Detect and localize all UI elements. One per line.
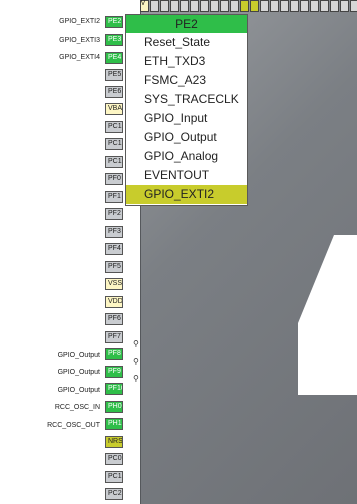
menu-item-eth-txd3[interactable]: ETH_TXD3 [126, 52, 247, 71]
pin-lock-icon: ⚲ [133, 374, 139, 383]
top-pin[interactable] [240, 0, 249, 12]
top-pin[interactable] [160, 0, 169, 12]
top-pin[interactable] [340, 0, 349, 12]
pin-ph0[interactable]: PH0-.. [105, 401, 123, 413]
menu-item-eventout[interactable]: EVENTOUT [126, 166, 247, 185]
top-pin[interactable] [180, 0, 189, 12]
pin-pc0[interactable]: PC0 [105, 453, 123, 465]
pin-label-ph1: RCC_OSC_OUT [47, 422, 100, 429]
menu-header: PE2 [126, 15, 247, 33]
top-pin[interactable]: V [140, 0, 149, 12]
pin-function-menu[interactable]: PE2 Reset_State ETH_TXD3 FSMC_A23 SYS_TRACE… [125, 14, 248, 206]
pin-pf8[interactable]: PF8 [105, 348, 123, 360]
pin-label-pf10: GPIO_Output [57, 387, 100, 394]
pin-pe4[interactable]: PE4 [105, 52, 123, 64]
pin-pf4[interactable]: PF4 [105, 243, 123, 255]
top-pin[interactable] [330, 0, 339, 12]
top-pin[interactable] [200, 0, 209, 12]
pin-pc1[interactable]: PC1 [105, 471, 123, 483]
top-pin[interactable] [280, 0, 289, 12]
pin-pf10[interactable]: PF10 [105, 383, 123, 395]
top-pin[interactable] [150, 0, 159, 12]
pin-pf5[interactable]: PF5 [105, 261, 123, 273]
pin-pc1[interactable]: PC1 [105, 138, 123, 150]
pin-pe6[interactable]: PE6 [105, 86, 123, 98]
top-pin[interactable] [270, 0, 279, 12]
menu-item-fsmc-a23[interactable]: FSMC_A23 [126, 71, 247, 90]
pin-pf6[interactable]: PF6 [105, 313, 123, 325]
top-pin[interactable] [170, 0, 179, 12]
pin-vss[interactable]: VSS [105, 278, 123, 290]
pin-pc2[interactable]: PC2 [105, 488, 123, 500]
menu-item-reset-state[interactable]: Reset_State [126, 33, 247, 52]
top-pin[interactable] [260, 0, 269, 12]
pin-pe3[interactable]: PE3 [105, 34, 123, 46]
pin-pf7[interactable]: PF7 [105, 331, 123, 343]
menu-item-gpio-analog[interactable]: GPIO_Analog [126, 147, 247, 166]
top-pin[interactable] [210, 0, 219, 12]
pin-pf0[interactable]: PF0 [105, 173, 123, 185]
pin-pf1[interactable]: PF1 [105, 191, 123, 203]
top-pin[interactable] [300, 0, 309, 12]
pin-pe5[interactable]: PE5 [105, 69, 123, 81]
pin-pc1[interactable]: PC1 [105, 121, 123, 133]
top-pin[interactable] [230, 0, 239, 12]
pin-pf2[interactable]: PF2 [105, 208, 123, 220]
top-pin[interactable] [320, 0, 329, 12]
package-outline-shape [298, 235, 357, 395]
pin-vdd[interactable]: VDD [105, 296, 123, 308]
top-pin-row: V [140, 0, 357, 12]
menu-item-gpio-exti2[interactable]: GPIO_EXTI2 [126, 185, 247, 204]
pin-pc1[interactable]: PC1 [105, 156, 123, 168]
pin-vba[interactable]: VBA [105, 103, 123, 115]
pin-label-pf8: GPIO_Output [57, 352, 100, 359]
pin-label-pe3: GPIO_EXTI3 [59, 37, 100, 44]
top-pin[interactable] [350, 0, 357, 12]
menu-item-sys-traceclk[interactable]: SYS_TRACECLK [126, 90, 247, 109]
top-pin[interactable] [310, 0, 319, 12]
pin-lock-icon: ⚲ [133, 357, 139, 366]
pin-pe2[interactable]: PE2 [105, 16, 123, 28]
top-pin[interactable] [190, 0, 199, 12]
menu-item-gpio-output[interactable]: GPIO_Output [126, 128, 247, 147]
top-pin[interactable] [220, 0, 229, 12]
pin-label-pe4: GPIO_EXTI4 [59, 54, 100, 61]
pin-ph1[interactable]: PH1-.. [105, 418, 123, 430]
pin-label-ph0: RCC_OSC_IN [54, 404, 100, 411]
menu-item-gpio-input[interactable]: GPIO_Input [126, 109, 247, 128]
pin-pf9[interactable]: PF9 [105, 366, 123, 378]
top-pin[interactable] [250, 0, 259, 12]
pin-lock-icon: ⚲ [133, 339, 139, 348]
pin-label-pf9: GPIO_Output [57, 369, 100, 376]
pin-label-pe2: GPIO_EXTI2 [59, 18, 100, 25]
pin-nrst[interactable]: NRST [105, 436, 123, 448]
top-pin[interactable] [290, 0, 299, 12]
pin-pf3[interactable]: PF3 [105, 226, 123, 238]
